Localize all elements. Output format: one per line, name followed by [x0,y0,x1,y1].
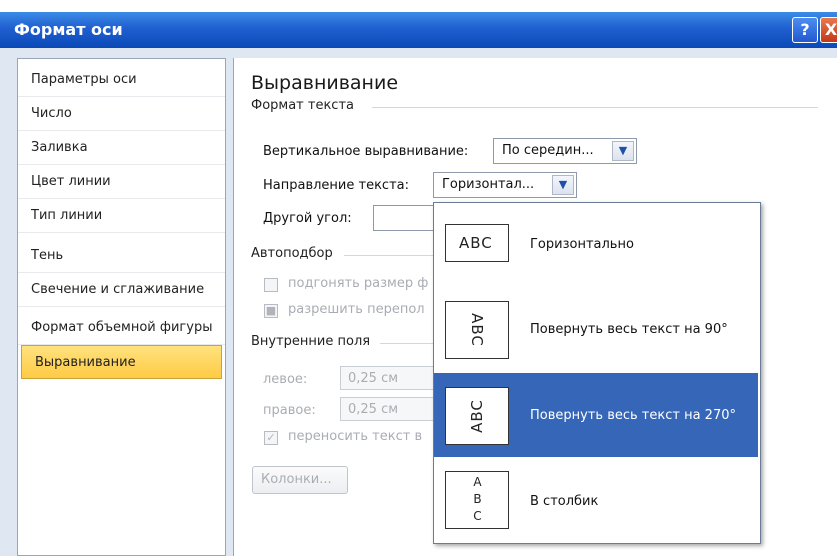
option-label: В столбик [530,494,599,509]
columns-button[interactable]: Колонки... [252,466,348,494]
sidebar-item-3d-format[interactable]: Формат объемной фигуры [18,311,225,345]
page-title: Выравнивание [251,72,399,94]
resize-shape-label: подгонять размер ф [288,276,429,291]
text-direction-label: Направление текста: [263,178,409,193]
vertical-align-select[interactable]: По середин... ▼ [493,138,637,164]
group-label-internal-margins: Внутренние поля [251,334,371,349]
wrap-text-label: переносить текст в [288,429,423,444]
text-direction-select[interactable]: Горизонтал... ▼ [433,172,577,198]
window-title: Формат оси [14,20,123,39]
right-margin-input[interactable]: 0,25 см [340,397,434,421]
option-label: Горизонтально [530,237,634,252]
vertical-align-value: По середин... [502,143,594,158]
stacked-text-icon: A B C [445,471,509,529]
chevron-down-icon[interactable]: ▼ [552,175,574,195]
vertical-align-label: Вертикальное выравнивание: [263,144,469,159]
left-margin-value: 0,25 см [348,371,399,386]
sidebar-item-number[interactable]: Число [18,97,225,131]
sidebar-item-alignment[interactable]: Выравнивание [21,345,222,379]
right-margin-label: правое: [263,403,316,418]
group-divider [372,107,818,108]
option-rotate-90[interactable]: ABC Повернуть весь текст на 90° [434,287,758,371]
allow-overflow-label: разрешить перепол [288,302,425,317]
sidebar-item-line-color[interactable]: Цвет линии [18,165,225,199]
help-button[interactable]: ? [792,17,818,43]
text-direction-value: Горизонтал... [442,177,535,192]
option-horizontal[interactable]: ABC Горизонтально [434,203,758,287]
chevron-down-icon[interactable]: ▼ [612,141,634,161]
resize-shape-checkbox[interactable] [264,278,278,292]
left-margin-input[interactable]: 0,25 см [340,366,434,390]
right-margin-value: 0,25 см [348,402,399,417]
text-direction-dropdown: ABC Горизонтально ABC Повернуть весь тек… [433,202,761,544]
group-label-text-format: Формат текста [251,98,354,113]
group-divider [380,343,434,344]
sidebar-item-line-style[interactable]: Тип линии [18,199,225,233]
sidebar-item-glow-soft-edges[interactable]: Свечение и сглаживание [18,273,225,307]
wrap-text-checkbox[interactable]: ✓ [264,431,278,445]
horizontal-text-icon: ABC [445,224,509,262]
other-angle-input[interactable] [373,205,435,231]
title-bar: Формат оси ? X [0,12,837,48]
sidebar-item-shadow[interactable]: Тень [18,239,225,273]
left-margin-label: левое: [263,372,308,387]
sidebar-item-fill[interactable]: Заливка [18,131,225,165]
rotate-270-text-icon: ABC [445,387,509,445]
option-rotate-270[interactable]: ABC Повернуть весь текст на 270° [434,373,758,457]
sidebar: Параметры оси Число Заливка Цвет линии Т… [17,58,226,556]
option-stacked[interactable]: A B C В столбик [434,459,758,543]
group-label-autofit: Автоподбор [251,246,333,261]
rotate-90-text-icon: ABC [445,301,509,359]
allow-overflow-checkbox[interactable]: ■ [264,304,278,318]
close-button[interactable]: X [820,17,837,43]
group-divider [344,255,434,256]
other-angle-label: Другой угол: [263,211,352,226]
option-label: Повернуть весь текст на 90° [530,322,728,337]
sidebar-item-axis-options[interactable]: Параметры оси [18,63,225,97]
option-label: Повернуть весь текст на 270° [530,408,736,423]
